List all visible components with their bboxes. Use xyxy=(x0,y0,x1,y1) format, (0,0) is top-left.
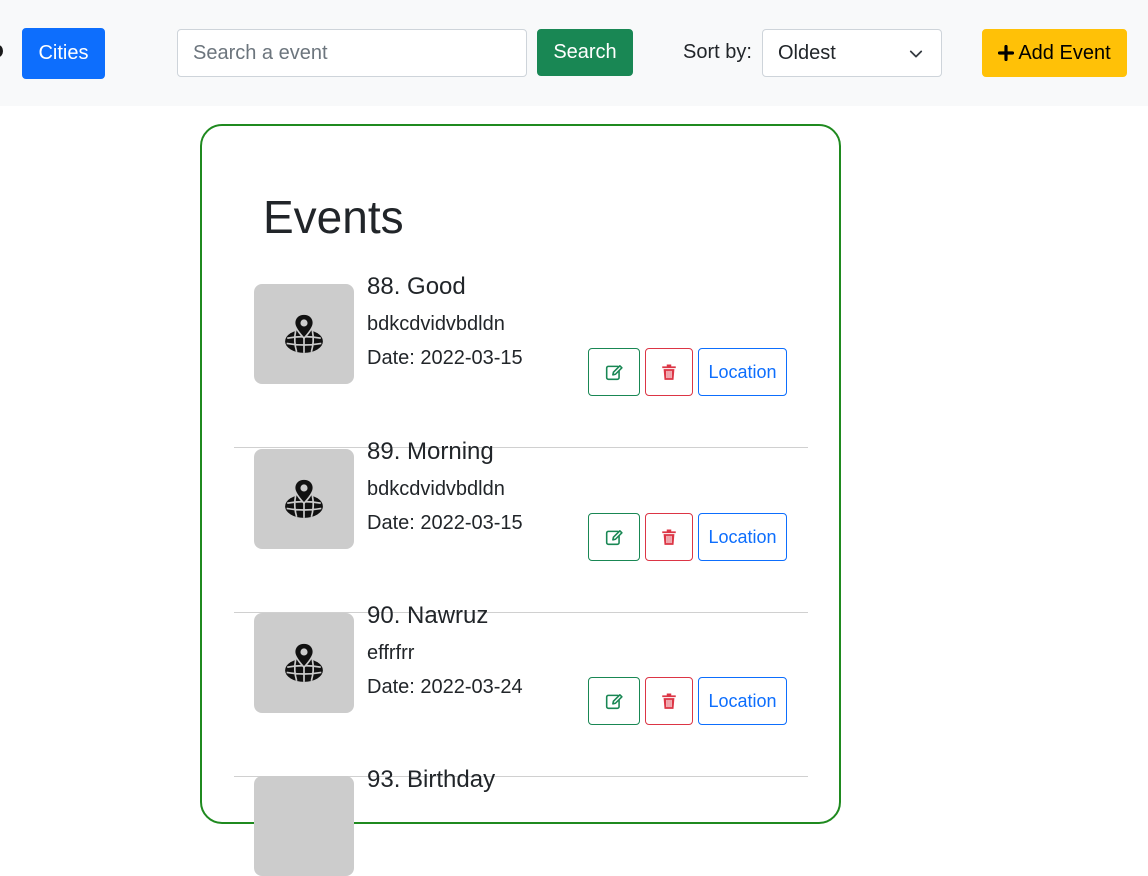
event-thumbnail xyxy=(254,449,354,549)
edit-event-button[interactable] xyxy=(588,348,640,396)
location-button[interactable]: Location xyxy=(698,513,787,561)
add-event-button[interactable]: Add Event xyxy=(982,29,1127,77)
pencil-square-icon xyxy=(605,363,623,381)
location-button[interactable]: Location xyxy=(698,677,787,725)
pencil-square-icon xyxy=(605,692,623,710)
plus-icon xyxy=(998,45,1015,61)
trash-icon xyxy=(660,363,678,381)
delete-event-button[interactable] xyxy=(645,677,693,725)
cities-button[interactable]: Cities xyxy=(22,28,105,79)
event-thumbnail xyxy=(254,776,354,876)
event-name: 90. Nawruz xyxy=(367,602,489,629)
delete-event-button[interactable] xyxy=(645,513,693,561)
brand-logo-fragment xyxy=(0,45,3,57)
event-item: 89. Morning bdkcdvidvbdldn Date: 2022-03… xyxy=(234,438,808,613)
pencil-square-icon xyxy=(605,528,623,546)
events-card: Events 88. Good bdkcdvidvbdldn Date: 202… xyxy=(200,124,841,876)
event-name: 89. Morning xyxy=(367,438,494,465)
event-date: Date: 2022-03-24 xyxy=(367,676,523,698)
search-button[interactable]: Search xyxy=(537,29,633,76)
map-pin-globe-icon xyxy=(283,313,325,355)
event-thumbnail xyxy=(254,284,354,384)
sort-selected-value: Oldest xyxy=(778,41,836,64)
edit-event-button[interactable] xyxy=(588,513,640,561)
trash-icon xyxy=(660,692,678,710)
delete-event-button[interactable] xyxy=(645,348,693,396)
search-input[interactable] xyxy=(177,29,527,77)
trash-icon xyxy=(660,528,678,546)
event-description: bdkcdvidvbdldn xyxy=(367,313,505,335)
event-description: bdkcdvidvbdldn xyxy=(367,478,505,500)
event-description: effrfrr xyxy=(367,642,415,664)
map-pin-globe-icon xyxy=(283,642,325,684)
event-thumbnail xyxy=(254,613,354,713)
map-pin-globe-icon xyxy=(283,478,325,520)
top-navbar: Cities Search Sort by: Oldest Add Event xyxy=(0,0,1148,106)
edit-event-button[interactable] xyxy=(588,677,640,725)
sort-select[interactable]: Oldest xyxy=(762,29,942,77)
event-name: 88. Good xyxy=(367,273,466,300)
location-button[interactable]: Location xyxy=(698,348,787,396)
event-date: Date: 2022-03-15 xyxy=(367,347,523,369)
add-event-label: Add Event xyxy=(1018,41,1111,64)
event-item: 88. Good bdkcdvidvbdldn Date: 2022-03-15… xyxy=(234,273,808,448)
chevron-down-icon xyxy=(909,50,923,58)
sort-label: Sort by: xyxy=(683,41,752,63)
event-item: 90. Nawruz effrfrr Date: 2022-03-24 Loca… xyxy=(234,602,808,777)
events-title: Events xyxy=(263,191,404,243)
event-date: Date: 2022-03-15 xyxy=(367,512,523,534)
event-name: 93. Birthday xyxy=(367,766,496,793)
